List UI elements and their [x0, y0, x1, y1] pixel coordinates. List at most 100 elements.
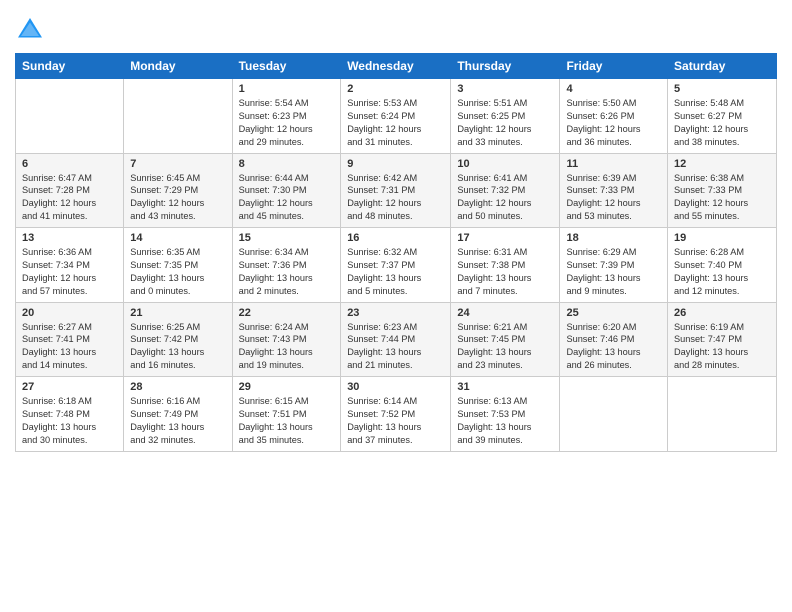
calendar-cell: 17 Sunrise: 6:31 AMSunset: 7:38 PMDayligh… [451, 228, 560, 303]
cell-content: Sunrise: 6:35 AMSunset: 7:35 PMDaylight:… [130, 246, 225, 298]
cell-line: Daylight: 12 hours [674, 197, 770, 210]
calendar-table: SundayMondayTuesdayWednesdayThursdayFrid… [15, 53, 777, 452]
day-number: 31 [457, 381, 553, 393]
cell-line: Sunrise: 6:18 AM [22, 395, 117, 408]
calendar-cell: 10Sunrise: 6:41 AMSunset: 7:32 PMDayligh… [451, 153, 560, 228]
cell-content: Sunrise: 6:31 AMSunset: 7:38 PMDaylight:… [457, 246, 553, 298]
weekday-friday: Friday [560, 54, 668, 79]
cell-line: Daylight: 13 hours [239, 272, 335, 285]
cell-line: Sunset: 7:51 PM [239, 408, 335, 421]
calendar-row-4: 20 Sunrise: 6:27 AMSunset: 7:41 PMDayligh… [16, 302, 777, 377]
cell-line: Sunset: 6:27 PM [674, 110, 770, 123]
cell-line: Sunrise: 5:53 AM [347, 97, 444, 110]
weekday-tuesday: Tuesday [232, 54, 341, 79]
cell-line: Sunset: 7:37 PM [347, 259, 444, 272]
cell-content: Sunrise: 6:41 AMSunset: 7:32 PMDaylight:… [457, 172, 553, 224]
cell-line: Sunset: 7:40 PM [674, 259, 770, 272]
cell-line: Daylight: 12 hours [130, 197, 225, 210]
day-number: 22 [239, 307, 335, 319]
calendar-cell: 2Sunrise: 5:53 AMSunset: 6:24 PMDaylight… [341, 79, 451, 154]
cell-line: and 39 minutes. [457, 434, 553, 447]
cell-line: Sunrise: 6:25 AM [130, 321, 225, 334]
day-number: 17 [457, 232, 553, 244]
cell-line: Daylight: 13 hours [457, 346, 553, 359]
cell-line: Sunset: 7:44 PM [347, 333, 444, 346]
cell-line: and 50 minutes. [457, 210, 553, 223]
day-number: 9 [347, 158, 444, 170]
day-number: 1 [239, 83, 335, 95]
calendar-cell: 15Sunrise: 6:34 AMSunset: 7:36 PMDayligh… [232, 228, 341, 303]
day-number: 3 [457, 83, 553, 95]
cell-line: Sunrise: 6:44 AM [239, 172, 335, 185]
cell-line: Daylight: 12 hours [22, 272, 117, 285]
logo-icon [15, 15, 45, 45]
cell-line: Sunset: 7:38 PM [457, 259, 553, 272]
cell-line: and 37 minutes. [347, 434, 444, 447]
cell-line: Daylight: 12 hours [457, 123, 553, 136]
cell-content: Sunrise: 5:53 AMSunset: 6:24 PMDaylight:… [347, 97, 444, 149]
cell-line: Daylight: 12 hours [566, 123, 661, 136]
cell-line: and 48 minutes. [347, 210, 444, 223]
cell-line: Sunset: 7:49 PM [130, 408, 225, 421]
cell-line: Sunrise: 6:29 AM [566, 246, 661, 259]
cell-line: Sunset: 7:53 PM [457, 408, 553, 421]
cell-line: Sunset: 7:36 PM [239, 259, 335, 272]
cell-line: Daylight: 13 hours [22, 421, 117, 434]
cell-line: Sunrise: 6:32 AM [347, 246, 444, 259]
cell-line: Sunrise: 6:15 AM [239, 395, 335, 408]
cell-content: Sunrise: 6:36 AMSunset: 7:34 PMDaylight:… [22, 246, 117, 298]
cell-line: and 35 minutes. [239, 434, 335, 447]
cell-line: Sunset: 7:33 PM [674, 184, 770, 197]
cell-line: Sunrise: 6:24 AM [239, 321, 335, 334]
cell-line: and 33 minutes. [457, 136, 553, 149]
day-number: 27 [22, 381, 117, 393]
cell-content: Sunrise: 6:29 AMSunset: 7:39 PMDaylight:… [566, 246, 661, 298]
weekday-saturday: Saturday [668, 54, 777, 79]
cell-line: and 38 minutes. [674, 136, 770, 149]
cell-content: Sunrise: 6:44 AMSunset: 7:30 PMDaylight:… [239, 172, 335, 224]
day-number: 23 [347, 307, 444, 319]
cell-line: Sunset: 7:39 PM [566, 259, 661, 272]
cell-line: and 53 minutes. [566, 210, 661, 223]
cell-line: Sunset: 7:31 PM [347, 184, 444, 197]
cell-line: Sunset: 7:47 PM [674, 333, 770, 346]
cell-line: Sunset: 7:48 PM [22, 408, 117, 421]
cell-line: Sunrise: 6:42 AM [347, 172, 444, 185]
cell-content: Sunrise: 5:48 AMSunset: 6:27 PMDaylight:… [674, 97, 770, 149]
cell-line: Daylight: 12 hours [674, 123, 770, 136]
cell-content: Sunrise: 6:18 AMSunset: 7:48 PMDaylight:… [22, 395, 117, 447]
calendar-cell: 16Sunrise: 6:32 AMSunset: 7:37 PMDayligh… [341, 228, 451, 303]
cell-line: Daylight: 13 hours [239, 421, 335, 434]
weekday-wednesday: Wednesday [341, 54, 451, 79]
calendar-cell: 3Sunrise: 5:51 AMSunset: 6:25 PMDaylight… [451, 79, 560, 154]
day-number: 20 [22, 307, 117, 319]
cell-line: Daylight: 13 hours [566, 272, 661, 285]
cell-line: Daylight: 13 hours [22, 346, 117, 359]
cell-line: Daylight: 13 hours [674, 272, 770, 285]
header [15, 10, 777, 45]
day-number: 18 [566, 232, 661, 244]
cell-line: and 36 minutes. [566, 136, 661, 149]
cell-line: Sunset: 7:30 PM [239, 184, 335, 197]
cell-line: Daylight: 13 hours [674, 346, 770, 359]
cell-line: and 43 minutes. [130, 210, 225, 223]
cell-content: Sunrise: 5:50 AMSunset: 6:26 PMDaylight:… [566, 97, 661, 149]
cell-line: Daylight: 12 hours [457, 197, 553, 210]
cell-line: Daylight: 12 hours [347, 197, 444, 210]
calendar-cell: 30Sunrise: 6:14 AMSunset: 7:52 PMDayligh… [341, 377, 451, 452]
calendar-cell: 14Sunrise: 6:35 AMSunset: 7:35 PMDayligh… [124, 228, 232, 303]
cell-line: Sunrise: 6:27 AM [22, 321, 117, 334]
cell-line: Sunset: 7:35 PM [130, 259, 225, 272]
day-number: 15 [239, 232, 335, 244]
cell-line: Daylight: 13 hours [457, 272, 553, 285]
calendar-cell [560, 377, 668, 452]
cell-content: Sunrise: 6:45 AMSunset: 7:29 PMDaylight:… [130, 172, 225, 224]
cell-line: Sunset: 7:46 PM [566, 333, 661, 346]
cell-line: Sunrise: 6:28 AM [674, 246, 770, 259]
cell-content: Sunrise: 6:39 AMSunset: 7:33 PMDaylight:… [566, 172, 661, 224]
cell-content: Sunrise: 6:27 AMSunset: 7:41 PMDaylight:… [22, 321, 117, 373]
calendar-cell: 25Sunrise: 6:20 AMSunset: 7:46 PMDayligh… [560, 302, 668, 377]
weekday-sunday: Sunday [16, 54, 124, 79]
day-number: 26 [674, 307, 770, 319]
cell-content: Sunrise: 6:16 AMSunset: 7:49 PMDaylight:… [130, 395, 225, 447]
